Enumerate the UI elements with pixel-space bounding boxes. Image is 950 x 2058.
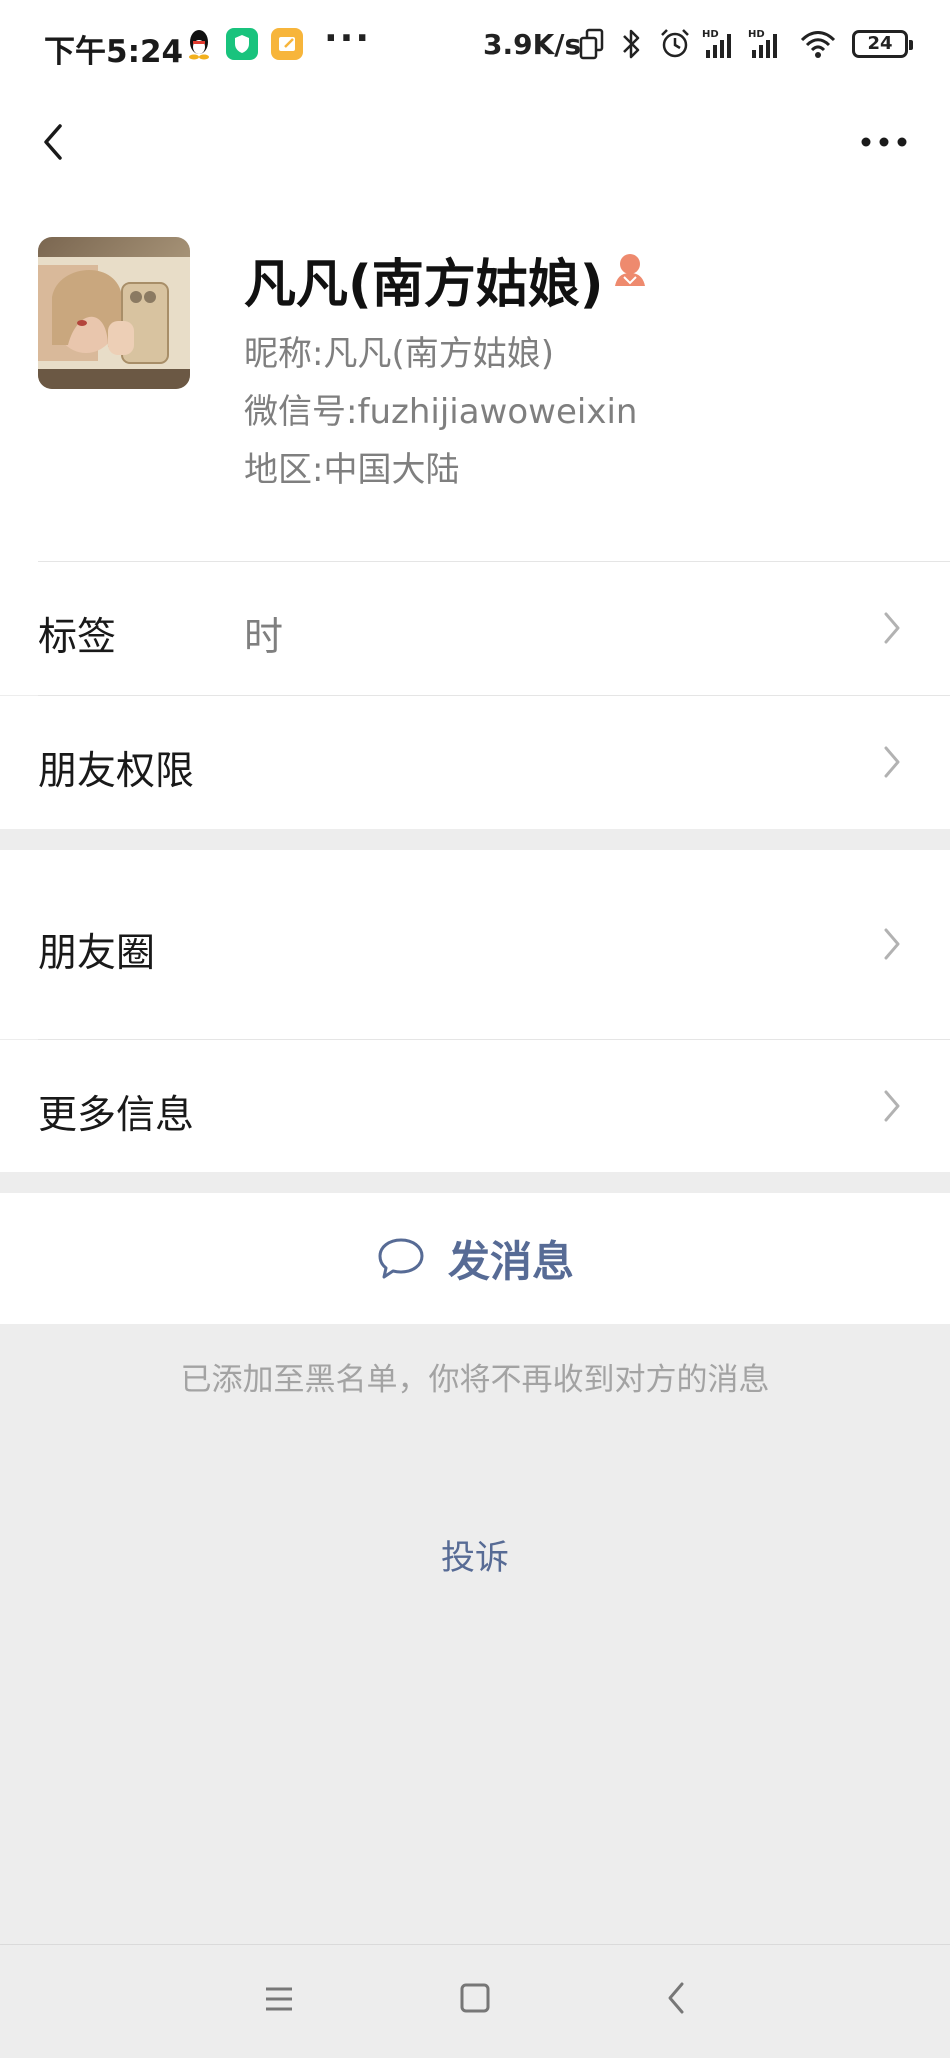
display-name: 凡凡(南方姑娘) <box>244 255 604 315</box>
avatar[interactable] <box>38 237 190 389</box>
region-value: 中国大陆 <box>323 450 460 490</box>
wechat-id-line: 微信号:fuzhijiawoweixin <box>244 384 637 433</box>
nickname-value: 凡凡(南方姑娘) <box>323 334 554 374</box>
bluetooth-icon <box>623 29 640 59</box>
alarm-icon <box>661 29 689 58</box>
shield-app-icon <box>226 28 258 60</box>
profile-card: 凡凡(南方姑娘) 昵称:凡凡(南方姑娘) 微信号:fuzhijiawoweixi… <box>0 190 950 562</box>
send-message-button[interactable]: 发消息 <box>0 1193 950 1324</box>
send-message-content: 发消息 <box>0 1193 950 1324</box>
chevron-right-icon <box>884 928 900 960</box>
wechat-id-label: 微信号: <box>244 392 358 432</box>
status-time: 下午5:24 <box>44 34 184 70</box>
signal-hd-2-icon: HD <box>748 29 777 58</box>
more-horizontal-icon[interactable] <box>848 114 920 170</box>
signal-hd-1-icon: HD <box>702 29 731 58</box>
system-nav-bar <box>0 1944 950 2058</box>
home-icon[interactable] <box>458 1979 492 2017</box>
network-speed: 3.9K/s <box>483 28 582 61</box>
dual-sim-icon <box>579 28 604 60</box>
report-link[interactable]: 投诉 <box>0 1530 950 1579</box>
friend-permissions-label: 朋友权限 <box>38 749 195 794</box>
chevron-left-icon[interactable] <box>26 114 82 170</box>
female-icon <box>615 254 645 286</box>
battery-icon: 24 <box>852 30 913 58</box>
region-label: 地区: <box>244 450 324 490</box>
more-info-row[interactable]: 更多信息 <box>0 1040 950 1172</box>
send-message-label: 发消息 <box>447 1237 574 1286</box>
chevron-right-icon <box>884 612 900 644</box>
chevron-right-icon <box>884 746 900 778</box>
wifi-icon <box>800 31 836 58</box>
blocked-notice: 已添加至黑名单，你将不再收到对方的消息 <box>180 1362 770 1398</box>
more-info-label: 更多信息 <box>38 1093 195 1138</box>
nickname-line: 昵称:凡凡(南方姑娘) <box>244 326 554 375</box>
friend-permissions-row[interactable]: 朋友权限 <box>0 696 950 829</box>
status-bar: 下午5:24 ··· 3.9K/s HD HD 24 <box>0 0 950 90</box>
tags-value: 时 <box>244 615 284 660</box>
qq-icon <box>189 30 209 60</box>
back-nav-icon[interactable] <box>660 1979 694 2017</box>
svg-text:HD: HD <box>702 29 719 40</box>
chevron-right-icon <box>884 1090 900 1122</box>
tags-label: 标签 <box>38 615 117 660</box>
nav-bar <box>0 90 950 190</box>
svg-text:HD: HD <box>748 29 765 40</box>
more-notifications-icon: ··· <box>324 18 372 59</box>
moments-label: 朋友圈 <box>38 931 156 976</box>
region-line: 地区:中国大陆 <box>244 442 459 491</box>
wechat-id-value: fuzhijiawoweixin <box>357 392 638 432</box>
tags-row[interactable]: 标签 时 <box>0 562 950 695</box>
chat-bubble-icon <box>378 1238 424 1278</box>
notes-app-icon <box>271 28 303 60</box>
moments-row[interactable]: 朋友圈 <box>0 850 950 1039</box>
menu-icon[interactable] <box>262 1981 296 2017</box>
nickname-label: 昵称: <box>244 334 324 374</box>
